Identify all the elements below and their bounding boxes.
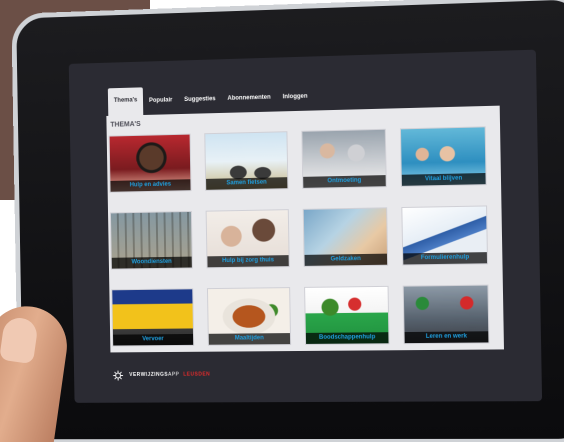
theme-tile[interactable]: Geldzaken (302, 207, 389, 267)
tab-themas[interactable]: Thema's (107, 87, 144, 116)
brand-location: LEUSDEN (183, 371, 211, 378)
tablet-screen: Thema's Populair Suggesties Abonnementen… (68, 49, 543, 403)
app-branding: VERWIJZINGS APP LEUSDEN (113, 368, 211, 382)
brand-name: VERWIJZINGS (129, 371, 169, 378)
theme-tile[interactable]: Formulierenhulp (401, 205, 489, 266)
theme-label: Woondiensten (111, 256, 192, 269)
gear-icon (113, 370, 124, 381)
theme-tile[interactable]: Samen fietsen (204, 131, 289, 191)
theme-label: Hulp bij zorg thuis (207, 255, 289, 268)
theme-tile[interactable]: Leren en werk (402, 284, 490, 345)
tab-abonnementen[interactable]: Abonnementen (221, 86, 277, 113)
theme-label: Boodschappenhulp (305, 332, 389, 344)
theme-tile[interactable]: Ontmoeting (301, 128, 387, 189)
theme-tile[interactable]: Hulp bij zorg thuis (205, 209, 290, 269)
theme-grid: Hulp en advies Samen fietsen Ontmoeting … (107, 124, 504, 347)
tab-populair[interactable]: Populair (143, 88, 179, 115)
brand-suffix: APP (168, 371, 180, 378)
theme-label: Maaltijden (208, 333, 291, 345)
section-title: THEMA'S (110, 120, 141, 129)
theme-label: Ontmoeting (303, 175, 386, 188)
theme-tile[interactable]: Woondiensten (109, 210, 193, 270)
tab-suggesties[interactable]: Suggesties (178, 87, 222, 114)
theme-tile[interactable]: Hulp en advies (108, 133, 192, 193)
tablet-device: Thema's Populair Suggesties Abonnementen… (11, 0, 564, 442)
tab-inloggen[interactable]: Inloggen (276, 84, 313, 111)
themes-panel: THEMA'S Hulp en advies Samen fietsen Ont… (106, 105, 504, 353)
theme-label: Samen fietsen (206, 177, 288, 190)
theme-tile[interactable]: Maaltijden (206, 287, 292, 346)
theme-label: Vervoer (113, 333, 194, 346)
theme-label: Geldzaken (304, 253, 388, 266)
theme-label: Vitaal blijven (401, 172, 486, 186)
theme-tile[interactable]: Vitaal blijven (399, 126, 487, 187)
theme-label: Leren en werk (404, 331, 489, 344)
theme-tile[interactable]: Vervoer (111, 288, 195, 347)
theme-label: Hulp en advies (110, 179, 191, 192)
theme-label: Formulierenhulp (403, 252, 488, 265)
theme-tile[interactable]: Boodschappenhulp (304, 285, 390, 345)
